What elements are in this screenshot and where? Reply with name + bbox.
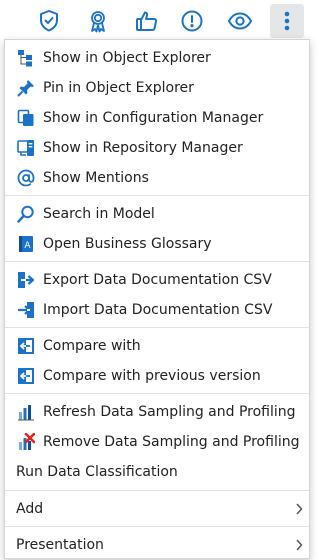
export-icon — [18, 272, 35, 288]
context-menu: Show in Object Explorer Pin in Object Ex… — [4, 39, 310, 559]
menu-item-show-mentions[interactable]: Show Mentions — [5, 163, 309, 193]
at-sign-icon — [17, 169, 35, 187]
tree-hierarchy-icon — [18, 50, 32, 67]
menu-item-search-in-model[interactable]: Search in Model — [5, 199, 309, 229]
chevron-right-icon — [296, 503, 303, 515]
bar-chart-remove-icon — [19, 433, 35, 450]
menu-divider — [5, 393, 309, 394]
eye-icon[interactable] — [223, 4, 257, 38]
menu-item-show-in-repository-manager[interactable]: Show in Repository Manager — [5, 133, 309, 163]
menu-item-label: Export Data Documentation CSV — [43, 272, 272, 288]
menu-item-label: Pin in Object Explorer — [43, 80, 194, 96]
menu-item-label: Remove Data Sampling and Profiling — [43, 434, 300, 450]
menu-item-import-data-documentation-csv[interactable]: Import Data Documentation CSV — [5, 295, 309, 325]
menu-item-label: Show in Repository Manager — [43, 140, 243, 156]
glossary-book-icon: A — [19, 236, 33, 252]
pin-icon — [17, 80, 34, 97]
more-vertical-icon[interactable] — [270, 4, 304, 38]
chevron-right-icon — [296, 539, 303, 551]
compare-icon — [18, 338, 34, 354]
menu-item-label: Refresh Data Sampling and Profiling — [43, 404, 296, 420]
menu-item-label: Run Data Classification — [16, 464, 178, 480]
menu-item-label: Show Mentions — [43, 170, 149, 186]
toolbar — [0, 0, 314, 40]
menu-item-presentation[interactable]: Presentation — [5, 530, 309, 560]
menu-item-label: Presentation — [16, 537, 104, 553]
svg-text:A: A — [24, 241, 31, 251]
alert-circle-icon[interactable] — [175, 4, 209, 38]
menu-item-refresh-data-sampling-and-profiling[interactable]: Refresh Data Sampling and Profiling — [5, 397, 309, 427]
menu-item-remove-data-sampling-and-profiling[interactable]: Remove Data Sampling and Profiling — [5, 427, 309, 457]
menu-divider — [5, 526, 309, 527]
menu-item-label: Compare with previous version — [43, 368, 261, 384]
shield-check-icon[interactable] — [32, 4, 66, 38]
menu-item-label: Add — [16, 501, 44, 517]
menu-divider — [5, 327, 309, 328]
menu-item-label: Search in Model — [43, 206, 155, 222]
menu-item-pin-in-object-explorer[interactable]: Pin in Object Explorer — [5, 73, 309, 103]
menu-item-label: Show in Object Explorer — [43, 50, 211, 66]
menu-item-label: Import Data Documentation CSV — [43, 302, 273, 318]
menu-item-add[interactable]: Add — [5, 494, 309, 524]
menu-item-compare-with[interactable]: Compare with — [5, 331, 309, 361]
menu-item-compare-with-previous-version[interactable]: Compare with previous version — [5, 361, 309, 391]
menu-item-export-data-documentation-csv[interactable]: Export Data Documentation CSV — [5, 265, 309, 295]
menu-item-show-in-object-explorer[interactable]: Show in Object Explorer — [5, 43, 309, 73]
menu-item-label: Compare with — [43, 338, 141, 354]
menu-item-show-in-configuration-manager[interactable]: Show in Configuration Manager — [5, 103, 309, 133]
import-icon — [18, 302, 34, 318]
bar-chart-icon — [18, 405, 34, 421]
menu-divider — [5, 261, 309, 262]
copy-pages-icon — [17, 109, 34, 126]
repository-icon — [17, 140, 34, 156]
compare-icon — [18, 368, 34, 384]
menu-item-open-business-glossary[interactable]: A Open Business Glossary — [5, 229, 309, 259]
menu-item-label: Open Business Glossary — [43, 236, 212, 252]
menu-item-run-data-classification[interactable]: Run Data Classification — [5, 457, 309, 487]
search-icon — [17, 205, 34, 223]
menu-divider — [5, 195, 309, 196]
menu-item-label: Show in Configuration Manager — [43, 110, 264, 126]
thumbs-up-icon[interactable] — [130, 4, 164, 38]
menu-divider — [5, 490, 309, 491]
award-ribbon-icon[interactable] — [81, 4, 115, 38]
